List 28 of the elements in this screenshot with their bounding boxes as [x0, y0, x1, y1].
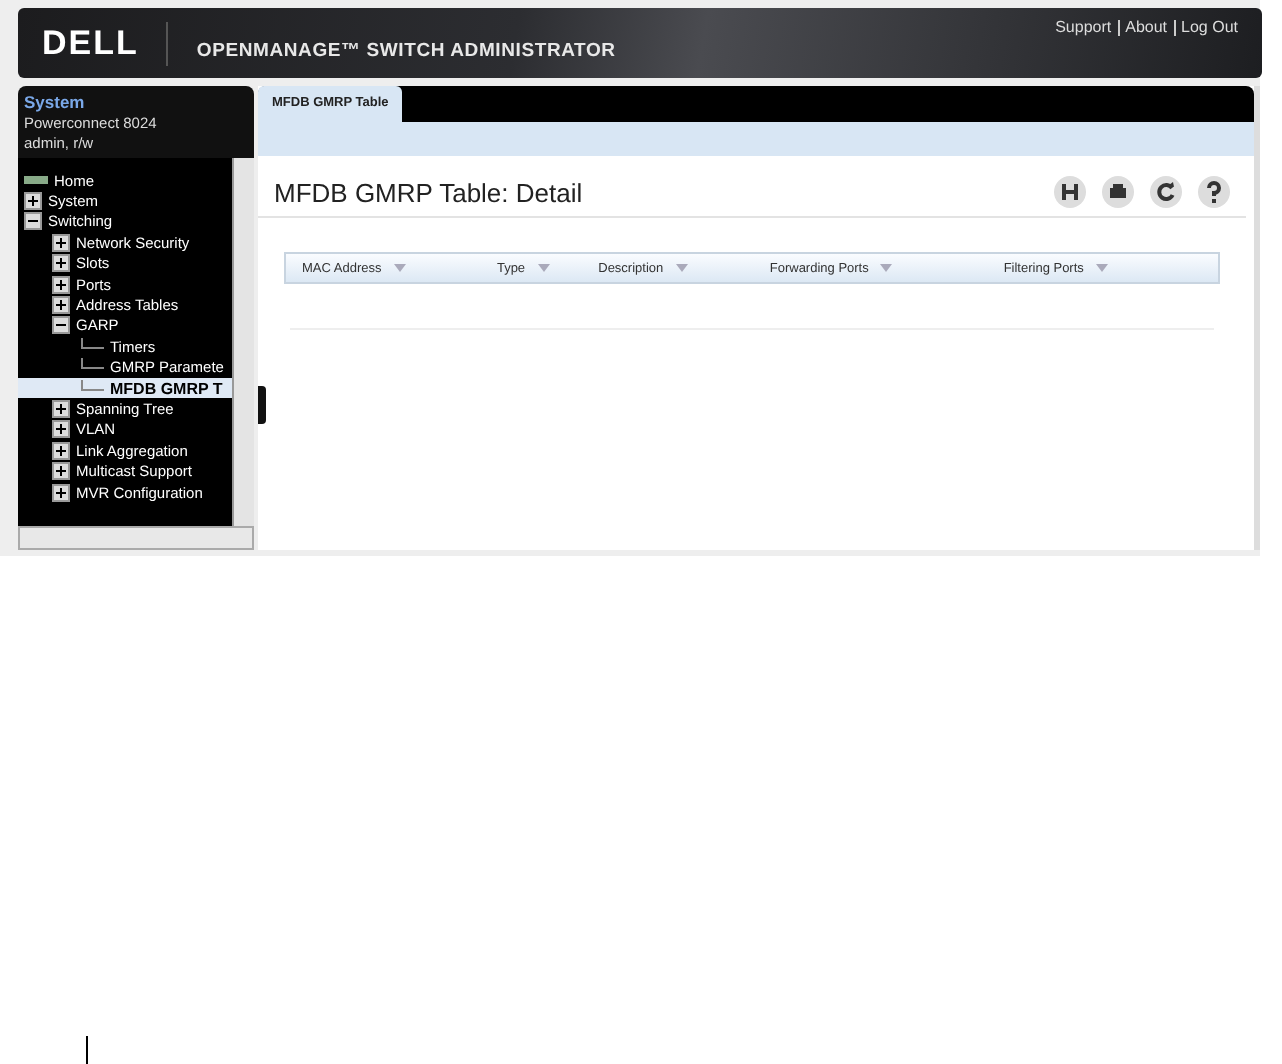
header-link[interactable]: Log Out [1181, 18, 1238, 36]
vertical-scrollbar[interactable] [232, 158, 254, 526]
header-link[interactable]: About [1125, 18, 1168, 36]
expand-icon[interactable] [52, 483, 70, 502]
page-title: MFDB GMRP Table: Detail [274, 177, 583, 207]
expand-icon[interactable] [52, 399, 70, 418]
expand-icon[interactable] [52, 462, 70, 481]
expand-icon[interactable] [52, 441, 70, 460]
panel-resize-handle[interactable] [258, 386, 266, 424]
expand-icon[interactable] [52, 296, 70, 315]
tree-item[interactable]: MFDB GMRP T [18, 377, 232, 399]
header-link[interactable]: Support [1055, 18, 1112, 36]
help-icon[interactable] [1198, 176, 1230, 208]
product-title: OPENMANAGE™ SWITCH ADMINISTRATOR [196, 40, 616, 62]
expand-icon[interactable] [52, 233, 70, 252]
refresh-icon[interactable] [1150, 176, 1182, 208]
expand-icon[interactable] [52, 275, 70, 294]
expand-icon[interactable] [52, 420, 70, 439]
collapse-icon[interactable] [24, 212, 42, 231]
expand-icon[interactable] [24, 192, 42, 211]
sidebar-title: System [24, 92, 87, 112]
expand-icon[interactable] [52, 254, 70, 273]
collapse-icon[interactable] [52, 316, 70, 335]
horizontal-scrollbar[interactable] [18, 526, 254, 550]
print-icon[interactable] [1102, 176, 1134, 208]
save-icon[interactable] [1054, 176, 1086, 208]
brand-logo: DELL [42, 23, 139, 63]
home-icon [24, 172, 48, 189]
